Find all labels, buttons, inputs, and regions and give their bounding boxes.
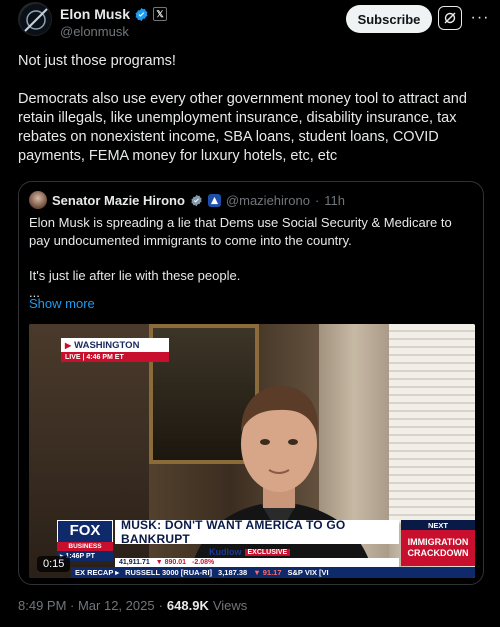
post-header: Elon Musk 𝕏 @elonmusk Subscribe ··· [18,2,488,42]
quoted-post-header: Senator Mazie Hirono @maziehirono · 11h [29,191,345,209]
quoted-author-name: Senator Mazie Hirono [52,192,185,208]
fox-business-sublabel: BUSINESS [57,542,113,551]
exclusive-tag: EXCLUSIVE [244,548,291,556]
ticker-bottom-label: EX RECAP ▸ [75,568,120,577]
post-footer: 8:49 PM · Mar 12, 2025 · 648.9K Views [18,598,247,613]
video-player[interactable]: ▶ WASHINGTON LIVE | 4:46 PM ET FOX BUSINE… [29,324,475,578]
video-headline: MUSK: DON'T WANT AMERICA TO GO BANKRUPT [115,518,399,546]
view-count: 648.9K [166,598,209,613]
ticker-top-pct: -2.08% [192,559,215,566]
avatar-image [20,4,51,35]
affiliate-x-icon: 𝕏 [153,7,168,21]
ticker-bottom-next: S&P VIX [VI [287,568,329,577]
quoted-separator: · [314,192,320,208]
quoted-post-text: Elon Musk is spreading a lie that Dems u… [29,215,452,300]
ticker-top-change: ▼ 890.01 [155,559,187,566]
show-title: Kudlow [209,547,242,557]
author-name-row: Elon Musk 𝕏 [60,6,168,22]
video-live-label: LIVE | 4:46 PM ET [61,352,169,362]
ticker-bottom: EX RECAP ▸ RUSSELL 3000 [RUA-RI] 3,187.3… [71,567,475,578]
grok-glyph-icon [444,12,456,24]
grok-icon[interactable] [438,6,462,30]
footer-separator: · [158,598,163,613]
ticker-top-value: 41,911.71 [119,559,150,566]
author-avatar[interactable] [18,2,52,36]
author-name[interactable]: Elon Musk [60,6,130,22]
author-handle[interactable]: @elonmusk [60,24,129,39]
verified-badge-icon [135,7,148,21]
views-label: Views [212,598,248,613]
quoted-post[interactable]: Senator Mazie Hirono @maziehirono · 11h … [18,181,484,585]
ticker-top: 41,911.71 ▼ 890.01 -2.08% [115,558,399,567]
next-label: NEXT [401,520,475,530]
quoted-post-age: 11h [324,192,346,208]
post-text: Not just those programs! Democrats also … [18,53,467,164]
more-options-icon[interactable]: ··· [470,6,490,30]
subscribe-button[interactable]: Subscribe [346,5,432,33]
next-topic-line2: CRACKDOWN [407,548,469,558]
ticker-bottom-index: RUSSELL 3000 [RUA-RI] [125,568,213,577]
next-topic-line1: IMMIGRATION [407,537,469,547]
gray-verified-badge-icon [191,194,202,206]
quoted-author-handle: @maziehirono [225,192,310,208]
video-location: WASHINGTON [74,339,140,351]
show-name: Kudlow EXCLUSIVE [209,546,309,558]
show-more-link[interactable]: Show more [29,296,95,311]
ticker-bottom-change: ▼ 91.17 [253,568,282,577]
video-lower-third: FOX BUSINESS MUSK: DON'T WANT AMERICA TO… [49,514,475,578]
video-timer: 0:15 [37,556,71,572]
video-background-window [389,324,475,524]
ticker-bottom-value: 3,187.38 [218,568,248,577]
government-flag-icon [207,193,221,207]
quoted-author-avatar [29,191,47,209]
next-topic: IMMIGRATION CRACKDOWN [401,530,475,566]
video-location-bug: ▶ WASHINGTON [61,338,169,352]
post-timestamp[interactable]: 8:49 PM · Mar 12, 2025 [18,598,155,613]
